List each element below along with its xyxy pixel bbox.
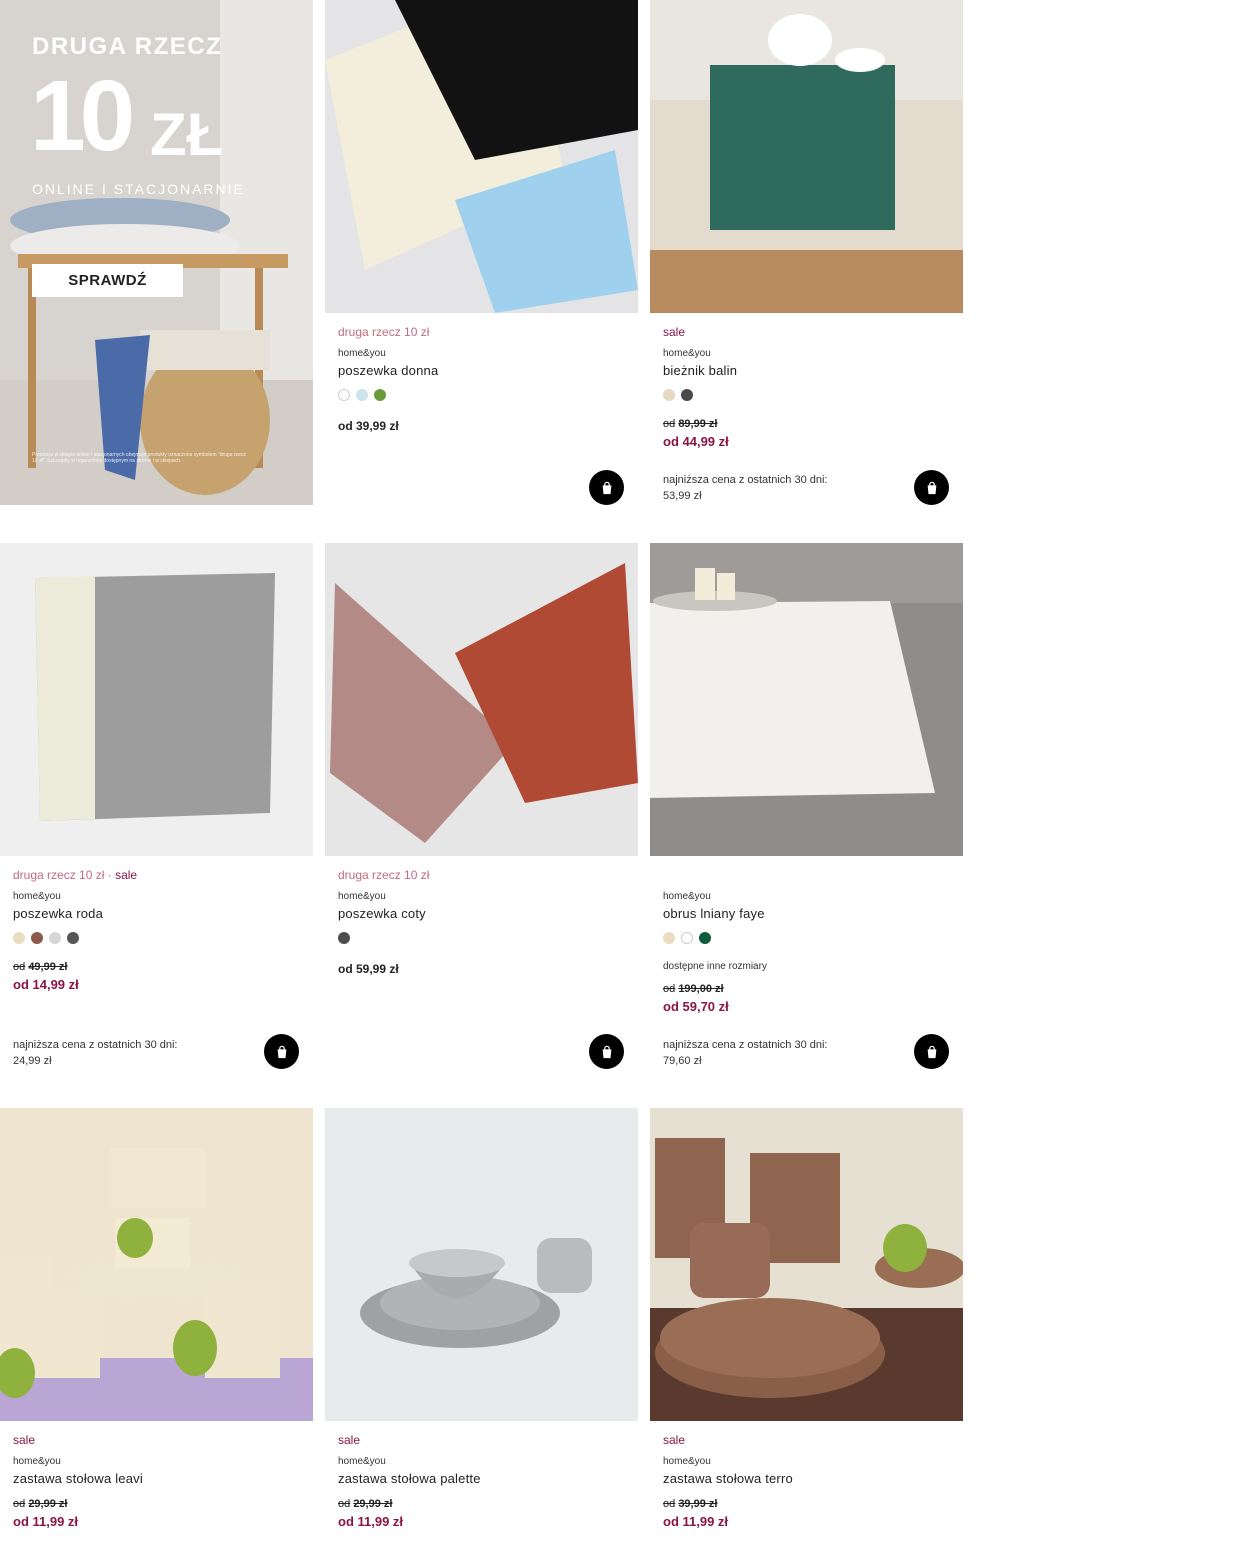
old-price: od 39,99 zł [663,1498,718,1510]
shopping-bag-icon [602,481,611,494]
lowest-price-label: najniższa cena z ostatnich 30 dni: [663,1039,828,1051]
sale-price: od 14,99 zł [13,977,79,992]
add-to-cart-button[interactable] [914,1034,949,1069]
color-swatch[interactable] [681,389,693,401]
product-brand: home&you [663,1456,711,1467]
lowest-price-value: 24,99 zł [13,1055,52,1067]
color-swatch[interactable] [663,389,675,401]
color-swatch[interactable] [663,932,675,944]
product-image[interactable] [650,1108,963,1421]
old-price: od 89,99 zł [663,418,718,430]
color-swatch[interactable] [699,932,711,944]
lowest-price-label: najniższa cena z ostatnich 30 dni: [663,474,828,486]
color-swatch[interactable] [338,932,350,944]
product-name[interactable]: poszewka coty [338,906,625,921]
color-swatches [663,389,950,401]
color-swatches [13,932,300,944]
product-name[interactable]: poszewka roda [13,906,300,921]
product-card[interactable]: druga rzecz 10 zł home&you poszewka coty… [325,543,638,1073]
color-swatches [663,932,950,944]
promo-label: druga rzecz 10 zł · sale [13,868,138,882]
sizes-note: dostępne inne rozmiary [663,961,767,972]
old-price: od 29,99 zł [338,1498,393,1510]
color-swatch[interactable] [67,932,79,944]
product-price: od 59,99 zł [338,962,399,976]
banner-subtitle: ONLINE I STACJONARNIE [32,181,245,197]
promo-label: druga rzecz 10 zł [338,868,430,882]
sale-label: sale [663,1433,686,1447]
product-image[interactable] [0,543,313,856]
old-price: od 199,00 zł [663,983,724,995]
color-swatch[interactable] [681,932,693,944]
product-card[interactable]: sale home&you zastawa stołowa terro od 3… [650,1108,963,1548]
product-card[interactable]: sale home&you zastawa stołowa palette od… [325,1108,638,1548]
promo-label: druga rzecz 10 zł [338,325,430,339]
banner-amount: 10 [30,60,135,172]
lowest-price-value: 79,60 zł [663,1055,702,1067]
product-brand: home&you [338,1456,386,1467]
sale-label: sale [338,1433,361,1447]
sale-price: od 44,99 zł [663,434,729,449]
banner-title: DRUGA RZECZ [32,33,223,60]
color-swatch[interactable] [338,389,350,401]
color-swatch[interactable] [13,932,25,944]
shopping-bag-icon [927,481,936,494]
shopping-bag-icon [277,1045,286,1058]
product-image[interactable] [650,0,963,313]
banner-currency: ZŁ [150,101,224,168]
product-brand: home&you [338,891,386,902]
sale-price: od 11,99 zł [338,1514,404,1529]
sale-price: od 59,70 zł [663,999,729,1014]
sale-label: sale [663,325,686,339]
product-image[interactable] [325,543,638,856]
shopping-bag-icon [602,1045,611,1058]
promo-banner[interactable]: DRUGA RZECZ 10 ZŁ ONLINE I STACJONARNIE … [0,0,313,505]
old-price: od 29,99 zł [13,1498,68,1510]
product-image[interactable] [0,1108,313,1421]
product-brand: home&you [13,1456,61,1467]
product-price: od 39,99 zł [338,419,399,433]
product-name[interactable]: obrus lniany faye [663,906,950,921]
banner-cta-button[interactable]: SPRAWDŹ [32,264,183,297]
product-brand: home&you [663,348,711,359]
add-to-cart-button[interactable] [589,1034,624,1069]
color-swatch[interactable] [49,932,61,944]
product-brand: home&you [663,891,711,902]
old-price: od 49,99 zł [13,961,68,973]
product-card[interactable]: druga rzecz 10 zł · sale home&you poszew… [0,543,313,1073]
lowest-price-label: najniższa cena z ostatnich 30 dni: [13,1039,178,1051]
color-swatch[interactable] [356,389,368,401]
sale-price: od 11,99 zł [663,1514,729,1529]
product-name[interactable]: poszewka donna [338,363,625,378]
color-swatches [338,932,625,944]
add-to-cart-button[interactable] [589,470,624,505]
product-name[interactable]: bieżnik balin [663,363,950,378]
product-card[interactable]: sale home&you bieżnik balin od 89,99 zł … [650,0,963,505]
color-swatch[interactable] [31,932,43,944]
product-name[interactable]: zastawa stołowa palette [338,1471,625,1486]
sale-price: od 11,99 zł [13,1514,79,1529]
product-card[interactable]: sale home&you zastawa stołowa leavi od 2… [0,1108,313,1548]
product-image[interactable] [325,1108,638,1421]
color-swatches [338,389,625,401]
product-brand: home&you [338,348,386,359]
product-name[interactable]: zastawa stołowa terro [663,1471,950,1486]
product-brand: home&you [13,891,61,902]
product-card[interactable]: druga rzecz 10 zł home&you poszewka donn… [325,0,638,505]
banner-legal-text: Promocja w sklepie online i stacjonarnyc… [32,452,246,464]
shopping-bag-icon [927,1045,936,1058]
add-to-cart-button[interactable] [914,470,949,505]
product-card[interactable]: home&you obrus lniany faye dostępne inne… [650,543,963,1073]
product-image[interactable] [325,0,638,313]
color-swatch[interactable] [374,389,386,401]
product-name[interactable]: zastawa stołowa leavi [13,1471,300,1486]
product-image[interactable] [650,543,963,856]
add-to-cart-button[interactable] [264,1034,299,1069]
lowest-price-value: 53,99 zł [663,490,702,502]
sale-label: sale [13,1433,36,1447]
